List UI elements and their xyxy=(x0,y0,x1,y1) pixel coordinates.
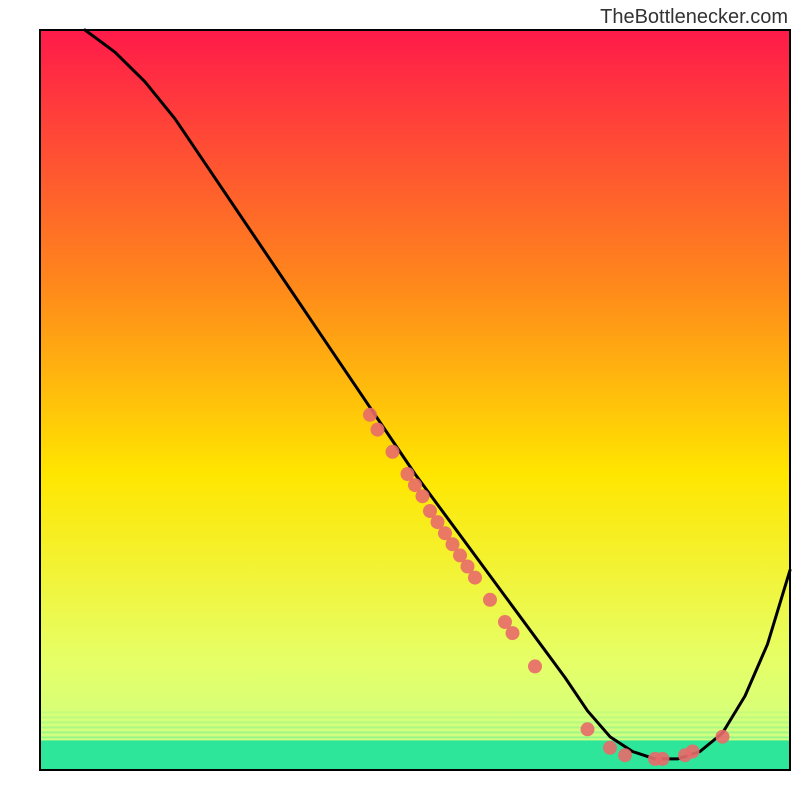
green-stripe xyxy=(40,726,790,728)
watermark-text: TheBottlenecker.com xyxy=(600,6,788,29)
data-point xyxy=(386,445,400,459)
green-stripe xyxy=(40,721,790,723)
green-stripe xyxy=(40,731,790,733)
data-point xyxy=(686,745,700,759)
data-point xyxy=(581,722,595,736)
data-point xyxy=(603,741,617,755)
data-point xyxy=(371,423,385,437)
green-stripe xyxy=(40,716,790,718)
data-point xyxy=(363,408,377,422)
green-stripe xyxy=(40,711,790,713)
data-point xyxy=(416,489,430,503)
green-band xyxy=(40,740,790,770)
data-point xyxy=(618,748,632,762)
green-stripe xyxy=(40,736,790,738)
data-point xyxy=(506,626,520,640)
gradient-background xyxy=(40,30,790,770)
data-point xyxy=(528,659,542,673)
data-point xyxy=(656,752,670,766)
chart-container: TheBottlenecker.com xyxy=(0,0,800,800)
data-point xyxy=(468,571,482,585)
bottleneck-chart xyxy=(0,0,800,800)
data-point xyxy=(716,730,730,744)
data-point xyxy=(483,593,497,607)
